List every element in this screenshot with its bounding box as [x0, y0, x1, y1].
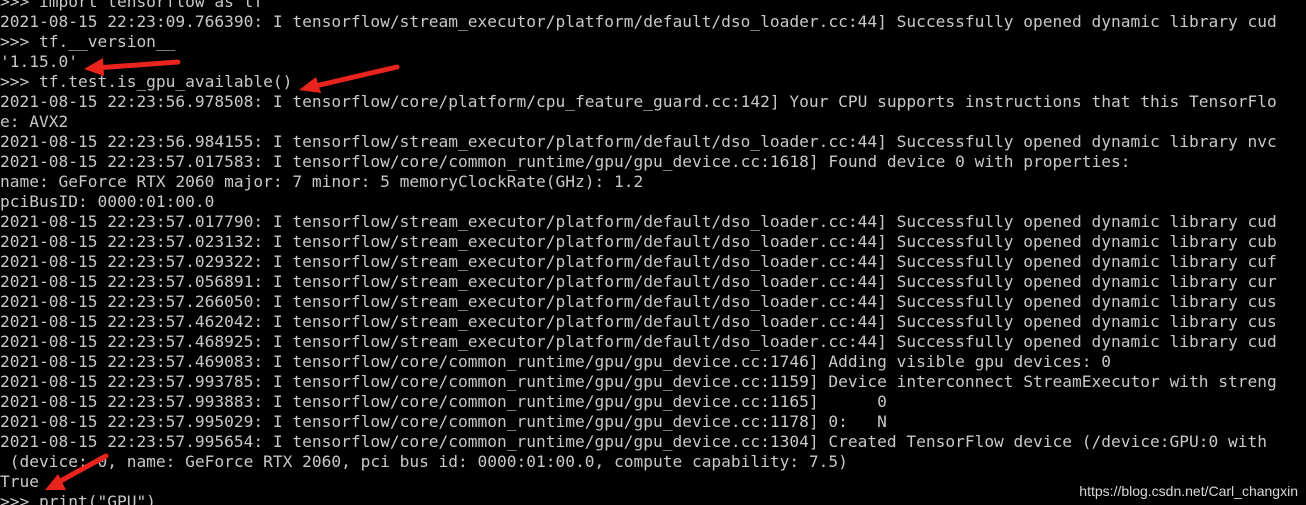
log-line: 2021-08-15 22:23:09.766390: I tensorflow…: [0, 12, 1277, 31]
prompt-line: >>> tf.__version__: [0, 32, 176, 51]
log-line: 2021-08-15 22:23:57.995029: I tensorflow…: [0, 412, 887, 431]
log-line: 2021-08-15 22:23:57.266050: I tensorflow…: [0, 292, 1277, 311]
blog-watermark: https://blog.csdn.net/Carl_changxin: [1079, 483, 1298, 499]
console-output: >>> import tensorflow as tf 2021-08-15 2…: [0, 0, 1306, 505]
prompt-line: >>> import tensorflow as tf: [0, 0, 264, 11]
version-output: '1.15.0': [0, 52, 78, 71]
console-window[interactable]: >>> import tensorflow as tf 2021-08-15 2…: [0, 0, 1306, 505]
log-line: 2021-08-15 22:23:57.993883: I tensorflow…: [0, 392, 887, 411]
log-line: name: GeForce RTX 2060 major: 7 minor: 5…: [0, 172, 644, 191]
log-line: 2021-08-15 22:23:57.029322: I tensorflow…: [0, 252, 1277, 271]
log-line: 2021-08-15 22:23:56.978508: I tensorflow…: [0, 92, 1277, 111]
log-line: 2021-08-15 22:23:57.017583: I tensorflow…: [0, 152, 1131, 171]
log-line: 2021-08-15 22:23:57.017790: I tensorflow…: [0, 212, 1277, 231]
log-line: 2021-08-15 22:23:57.462042: I tensorflow…: [0, 312, 1277, 331]
log-line: 2021-08-15 22:23:57.993785: I tensorflow…: [0, 372, 1277, 391]
log-line: 2021-08-15 22:23:57.468925: I tensorflow…: [0, 332, 1277, 351]
log-line: 2021-08-15 22:23:56.984155: I tensorflow…: [0, 132, 1277, 151]
log-line: 2021-08-15 22:23:57.469083: I tensorflow…: [0, 352, 1112, 371]
log-line: e: AVX2: [0, 112, 69, 131]
log-line: 2021-08-15 22:23:57.023132: I tensorflow…: [0, 232, 1277, 251]
log-line: 2021-08-15 22:23:57.995654: I tensorflow…: [0, 432, 1267, 451]
prompt-line: >>> tf.test.is_gpu_available(): [0, 72, 293, 91]
log-line: 2021-08-15 22:23:57.056891: I tensorflow…: [0, 272, 1277, 291]
log-line: pciBusID: 0000:01:00.0: [0, 192, 215, 211]
log-line: (device: 0, name: GeForce RTX 2060, pci …: [0, 452, 848, 471]
